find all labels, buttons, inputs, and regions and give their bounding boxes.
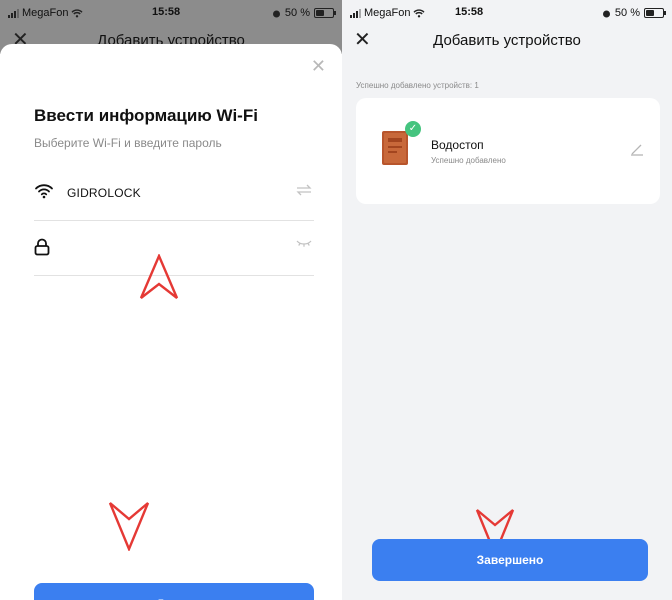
battery-label: 50 % [614, 7, 640, 19]
eye-closed-icon[interactable] [296, 239, 312, 249]
device-added-screen: MegaFon 15:58 50 % ✕ Добавить устройство… [342, 0, 672, 600]
wifi-ssid-field[interactable]: GIDROLOCK [34, 166, 314, 221]
battery-status: 50 % [602, 7, 666, 19]
carrier: MegaFon [8, 7, 83, 19]
modal-title: Ввести информацию Wi-Fi [34, 106, 258, 125]
check-icon: ✓ [405, 121, 421, 137]
switch-arrows-icon[interactable] [296, 184, 312, 196]
carrier-label: MegaFon [364, 7, 411, 19]
wifi-modal: ✕ Ввести информацию Wi-Fi Выберите Wi-Fi… [0, 44, 342, 600]
close-icon[interactable]: ✕ [311, 56, 326, 77]
status-bar: MegaFon 15:58 50 % [342, 0, 672, 28]
page-title: Добавить устройство [433, 32, 581, 49]
battery-label: 50 % [284, 7, 310, 19]
device-card[interactable]: ✓ Водостоп Успешно добавлено [356, 98, 660, 204]
nav-bar: ✕ Добавить устройство [342, 28, 672, 54]
carrier: MegaFon [350, 7, 425, 19]
status-bar: MegaFon 15:58 50 % [0, 0, 342, 28]
edit-icon[interactable] [630, 142, 644, 156]
carrier-label: MegaFon [22, 7, 69, 19]
annotation-arrow-up [139, 254, 179, 299]
signal-icon [350, 8, 361, 18]
annotation-arrow-down [108, 502, 150, 551]
wifi-icon [35, 184, 53, 199]
wifi-setup-screen: MegaFon 15:58 50 % ✕ Добавить устройство… [0, 0, 342, 600]
next-button[interactable]: Далее [34, 583, 314, 600]
wifi-ssid-value: GIDROLOCK [67, 186, 141, 200]
lock-icon [34, 238, 50, 256]
battery-icon [314, 8, 336, 18]
device-name: Водостоп [431, 138, 484, 152]
alarm-icon [272, 10, 280, 17]
clock: 15:58 [152, 6, 181, 18]
modal-subtitle: Выберите Wi-Fi и введите пароль [34, 136, 222, 150]
battery-status: 50 % [272, 7, 336, 19]
done-button[interactable]: Завершено [372, 539, 648, 581]
success-count-text: Успешно добавлено устройств: 1 [356, 81, 479, 90]
clock: 15:58 [455, 6, 484, 18]
device-status: Успешно добавлено [431, 156, 506, 165]
alarm-icon [602, 10, 610, 17]
wifi-status-icon [71, 8, 83, 17]
wifi-status-icon [413, 8, 425, 17]
battery-icon [644, 8, 666, 18]
signal-icon [8, 8, 19, 18]
